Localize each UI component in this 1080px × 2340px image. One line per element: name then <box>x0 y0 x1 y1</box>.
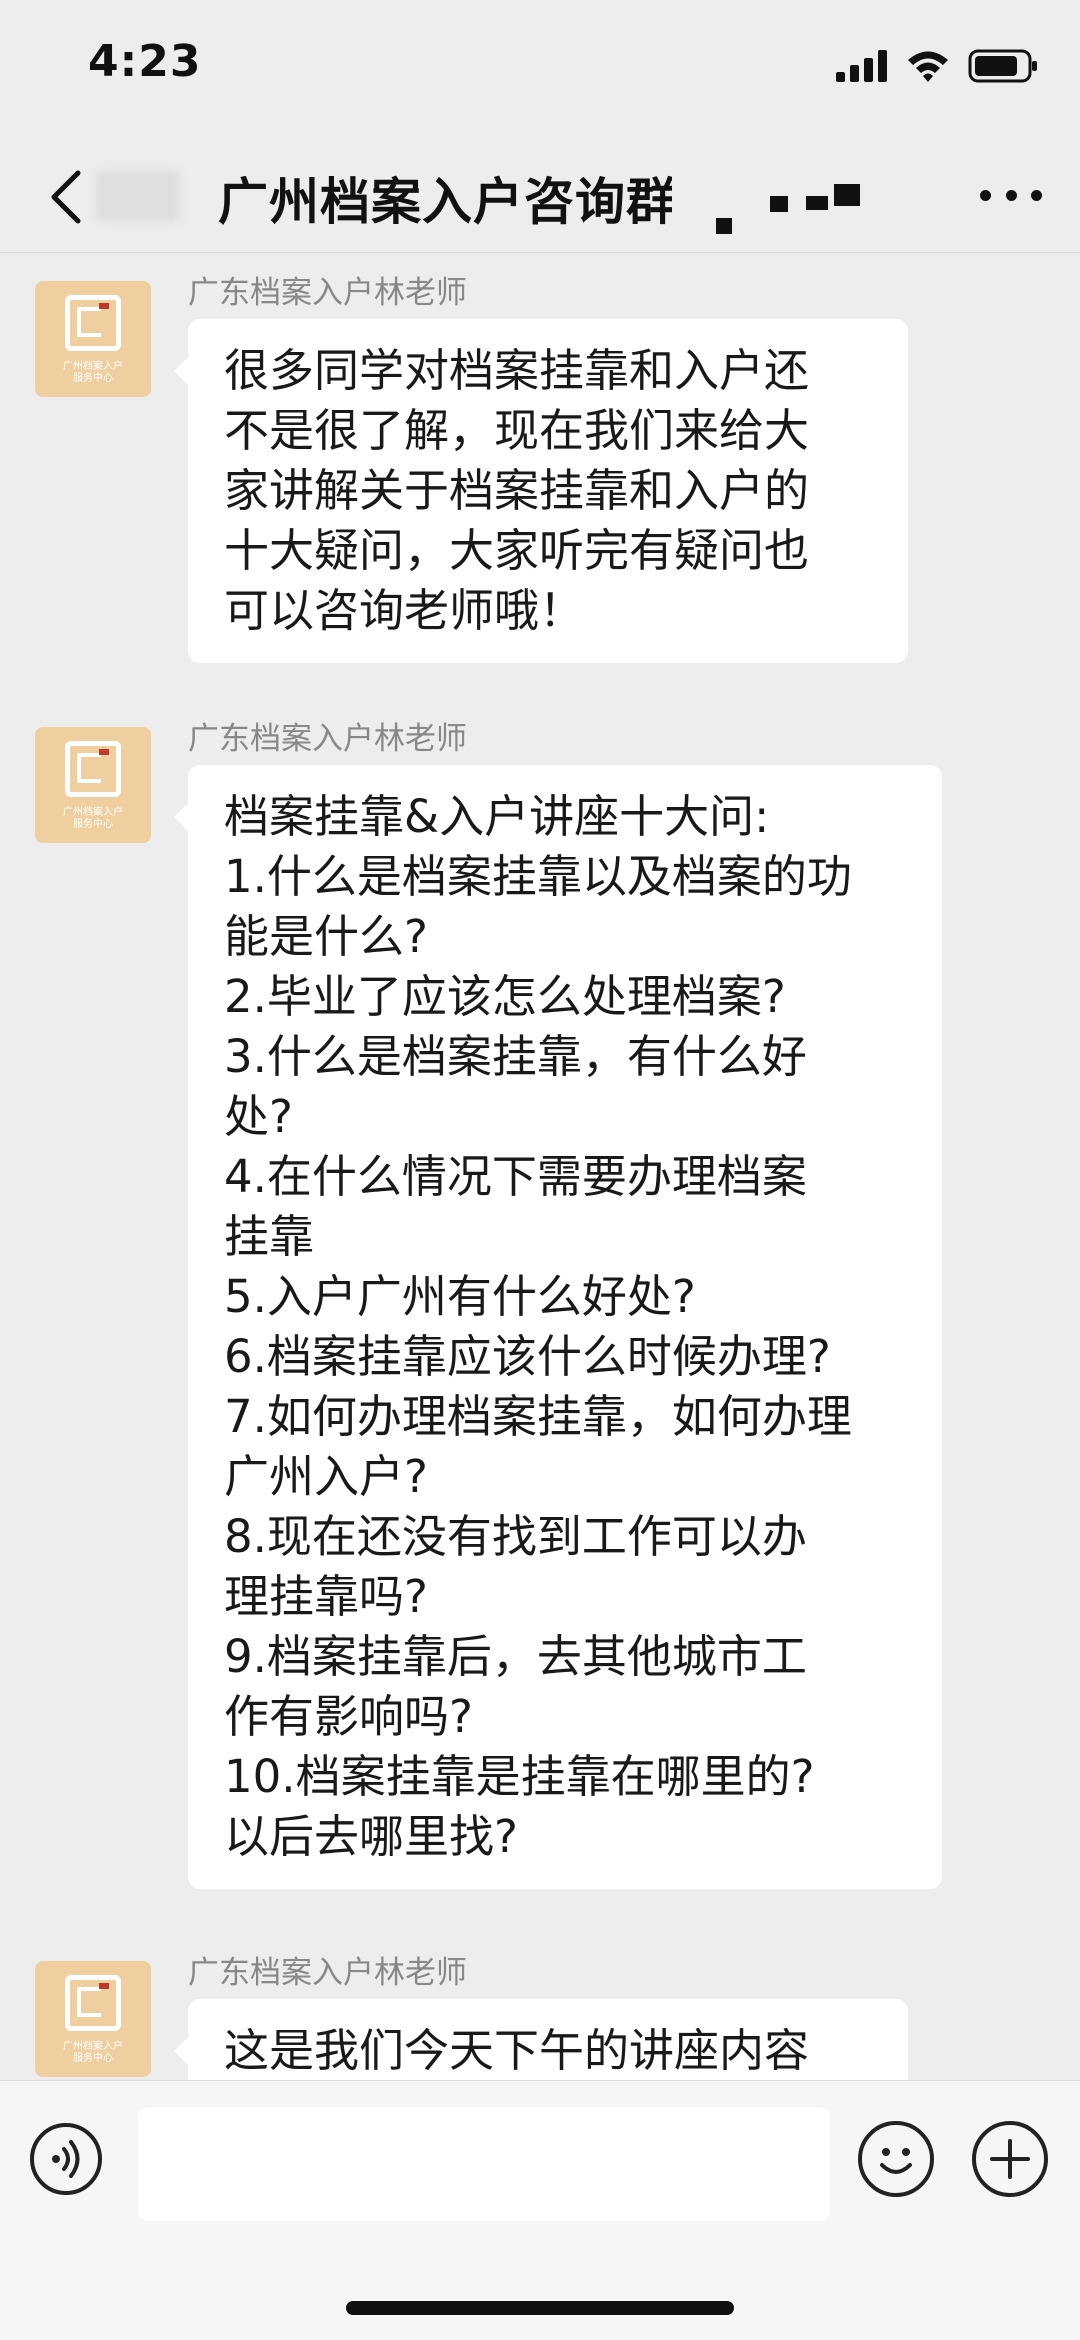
message-bubble[interactable]: 很多同学对档案挂靠和入户还 不是很了解，现在我们来给大 家讲解关于档案挂靠和入户… <box>174 319 908 663</box>
signal-icon <box>836 50 887 82</box>
message-line: 不是很了解，现在我们来给大 <box>224 404 810 457</box>
avatar[interactable]: 广州档案入户 服务中心 <box>35 281 151 397</box>
blurred-region <box>96 170 180 222</box>
chat-header: 广州档案入户咨询群 <box>0 140 1080 253</box>
redaction-mark <box>834 184 860 206</box>
message-bubble[interactable]: 档案挂靠&入户讲座十大问: 1.什么是档案挂靠以及档案的功 能是什么? 2.毕业… <box>174 765 942 1889</box>
message-list[interactable]: 广州档案入户 服务中心 广东档案入户林老师 很多同学对档案挂靠和入户还 不是很了… <box>0 253 1080 2080</box>
message-line: 10.档案挂靠是挂靠在哪里的? <box>224 1750 815 1803</box>
more-button[interactable] <box>980 180 1042 210</box>
message-line: 6.档案挂靠应该什么时候办理? <box>224 1330 831 1383</box>
message-line: 3.什么是档案挂靠，有什么好 <box>224 1030 807 1083</box>
voice-icon <box>52 2140 80 2178</box>
message-line: 家讲解关于档案挂靠和入户的 <box>224 464 810 517</box>
message-line: 理挂靠吗? <box>224 1570 428 1623</box>
message-line: 1.什么是档案挂靠以及档案的功 <box>224 850 852 903</box>
avatar-logo-text: 广州档案入户 服务中心 <box>63 2041 123 2064</box>
message-line: 作有影响吗? <box>224 1690 473 1743</box>
title-redaction <box>672 170 738 224</box>
avatar[interactable]: 广州档案入户 服务中心 <box>35 1961 151 2077</box>
message-line: 4.在什么情况下需要办理档案 <box>224 1150 807 1203</box>
avatar-logo-text: 广州档案入户 服务中心 <box>63 361 123 384</box>
redaction-mark <box>806 196 828 210</box>
message-input[interactable] <box>138 2107 830 2221</box>
wifi-icon <box>908 51 948 82</box>
message-line: 十大疑问，大家听完有疑问也 <box>224 524 810 577</box>
message-line: 5.入户广州有什么好处? <box>224 1270 696 1323</box>
sender-name: 广东档案入户林老师 <box>188 1955 467 1991</box>
chat-title[interactable]: 广州档案入户咨询群 <box>218 162 677 234</box>
message-line: 广州入户? <box>224 1450 428 1503</box>
message-line: 很多同学对档案挂靠和入户还 <box>224 344 810 397</box>
message-line: 挂靠 <box>224 1210 315 1263</box>
sender-name: 广东档案入户林老师 <box>188 721 467 757</box>
redaction-mark <box>770 196 788 212</box>
home-indicator[interactable] <box>346 2301 734 2315</box>
message-bubble[interactable]: 这是我们今天下午的讲座内容 <box>174 1999 908 2080</box>
message-line: 可以咨询老师哦！ <box>224 584 585 637</box>
redaction-mark <box>716 218 732 234</box>
status-icons <box>836 46 1038 86</box>
message-line: 这是我们今天下午的讲座内容 <box>224 2024 810 2077</box>
avatar[interactable]: 广州档案入户 服务中心 <box>35 727 151 843</box>
emoji-button[interactable] <box>858 2121 934 2197</box>
more-dots-icon <box>980 189 991 201</box>
message-line: 8.现在还没有找到工作可以办 <box>224 1510 807 1563</box>
battery-icon <box>968 49 1037 83</box>
message-line: 档案挂靠&入户讲座十大问: <box>224 790 770 843</box>
chevron-left-icon <box>51 170 81 224</box>
status-bar: 4:23 <box>0 0 1080 140</box>
emoji-icon <box>880 2148 912 2174</box>
voice-button[interactable] <box>30 2123 102 2195</box>
message-line: 处? <box>224 1090 293 1143</box>
message-line: 能是什么? <box>224 910 428 963</box>
message-line: 2.毕业了应该怎么处理档案? <box>224 970 786 1023</box>
message-line: 9.档案挂靠后，去其他城市工 <box>224 1630 807 1683</box>
message-line: 7.如何办理档案挂靠，如何办理 <box>224 1390 852 1443</box>
plus-icon <box>990 2139 1030 2179</box>
status-time: 4:23 <box>88 36 202 87</box>
sender-name: 广东档案入户林老师 <box>188 275 467 311</box>
message-line: 以后去哪里找? <box>224 1810 518 1863</box>
plus-button[interactable] <box>972 2121 1048 2197</box>
back-button[interactable] <box>40 162 90 232</box>
input-bar <box>0 2080 1080 2340</box>
avatar-logo-text: 广州档案入户 服务中心 <box>63 807 123 830</box>
